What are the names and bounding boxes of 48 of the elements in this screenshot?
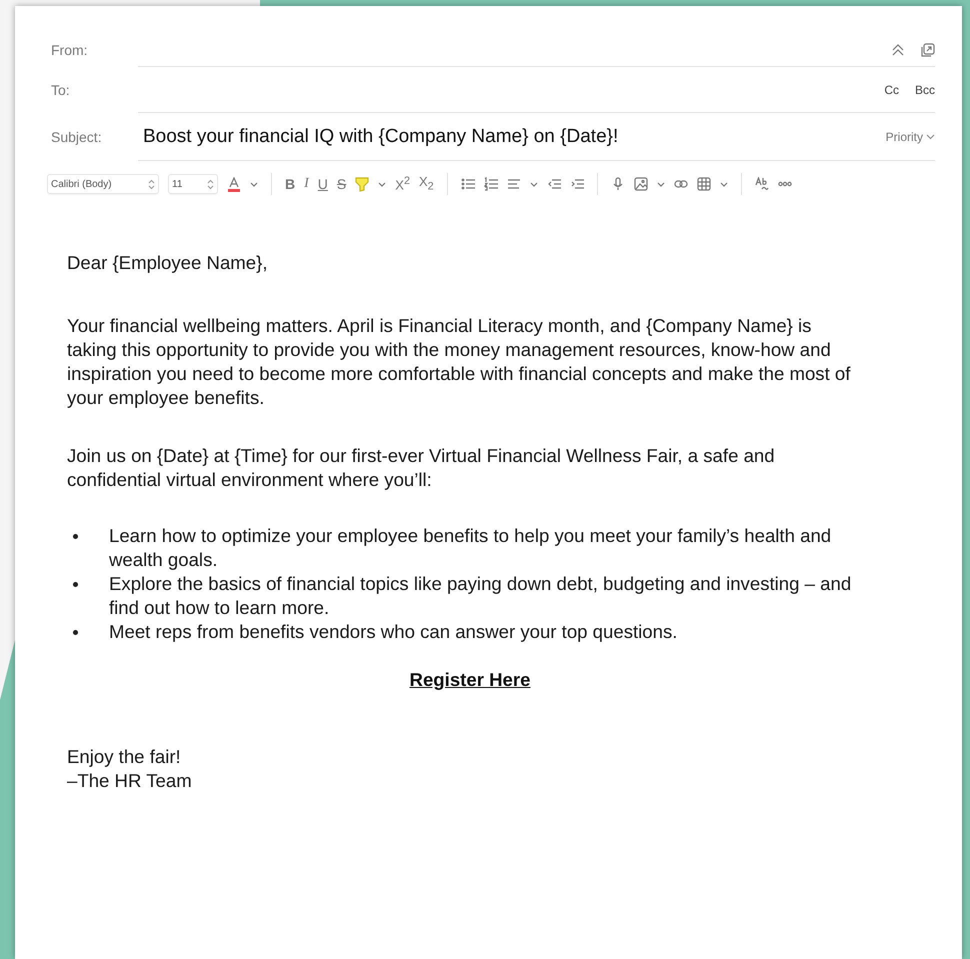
from-label: From: bbox=[51, 42, 89, 58]
bullets-icon[interactable] bbox=[460, 177, 475, 191]
caret-icon[interactable] bbox=[530, 180, 538, 188]
bullet-icon bbox=[73, 630, 78, 635]
caret-icon[interactable] bbox=[926, 134, 935, 140]
paragraph: Join us on {Date} at {Time} for our first-ever Virtual Financial Wellness Fair, a safe and confidential virtual environment where you’ll: bbox=[67, 444, 776, 492]
signature-line: –The HR Team bbox=[67, 769, 193, 793]
collapse-icon[interactable] bbox=[891, 42, 905, 56]
size-dropdown[interactable]: 11 bbox=[168, 174, 218, 194]
paragraph: Your financial wellbeing matters. April is Financial Literacy month, and {Company Name} is taking this opportunity to provide you with the money management resources, know-how and inspiration you need to become more comfortable with financial concepts and make the most of your employee benefits. bbox=[67, 314, 852, 410]
register-link[interactable]: Register Here bbox=[410, 669, 530, 690]
microphone-icon[interactable] bbox=[610, 177, 625, 191]
subject-label: Subject: bbox=[51, 129, 103, 145]
spelling-icon[interactable] bbox=[754, 177, 769, 191]
to-field[interactable]: Cc Bcc bbox=[138, 67, 935, 113]
indent-icon[interactable] bbox=[570, 177, 584, 191]
signature-line: Enjoy the fair! bbox=[67, 745, 182, 769]
underline-button[interactable]: U bbox=[318, 177, 328, 191]
table-icon[interactable] bbox=[696, 177, 711, 191]
script-button[interactable]: X$^{2}$ bbox=[395, 176, 410, 192]
bullet-icon bbox=[73, 534, 78, 539]
caret-icon[interactable] bbox=[378, 180, 386, 188]
caret-icon[interactable] bbox=[250, 180, 258, 188]
numbered-list-icon[interactable] bbox=[484, 177, 498, 191]
pop-out-icon[interactable] bbox=[921, 42, 935, 56]
paragraph: Dear {Employee Name}, bbox=[67, 251, 269, 275]
subject-field[interactable]: Boost your financial IQ with {Company Name} on {Date}! bbox=[143, 126, 618, 148]
outdent-icon[interactable] bbox=[546, 177, 561, 191]
font-dropdown[interactable]: Calibri (Body) bbox=[47, 174, 159, 194]
cc-button[interactable]: Cc bbox=[884, 82, 899, 96]
italic-button[interactable]: I bbox=[304, 177, 309, 191]
caret-icon[interactable] bbox=[656, 180, 665, 188]
stepper-icon[interactable] bbox=[207, 178, 214, 190]
image-icon[interactable] bbox=[634, 177, 648, 191]
to-label: To: bbox=[51, 82, 71, 98]
caret-icon[interactable] bbox=[720, 180, 728, 188]
bcc-button[interactable]: Bcc bbox=[914, 82, 935, 96]
script-button[interactable]: X$_{2}$ bbox=[418, 175, 434, 193]
align-icon[interactable] bbox=[506, 177, 521, 191]
stepper-icon[interactable] bbox=[148, 178, 155, 190]
priority-dropdown[interactable]: Priority bbox=[886, 130, 935, 144]
list-item: Learn how to optimize your employee benefits to help you meet your family’s health and wealth goals. bbox=[109, 524, 832, 572]
bold-button[interactable]: B bbox=[285, 177, 296, 191]
list-item: Meet reps from benefits vendors who can answer your top questions. bbox=[109, 620, 678, 644]
font-color-icon[interactable] bbox=[227, 176, 241, 192]
bullet-icon bbox=[73, 582, 78, 587]
list-item: Explore the basics of financial topics like paying down debt, budgeting and investing – and find out how to learn more. bbox=[109, 572, 852, 620]
strike-button[interactable]: S bbox=[336, 177, 346, 191]
